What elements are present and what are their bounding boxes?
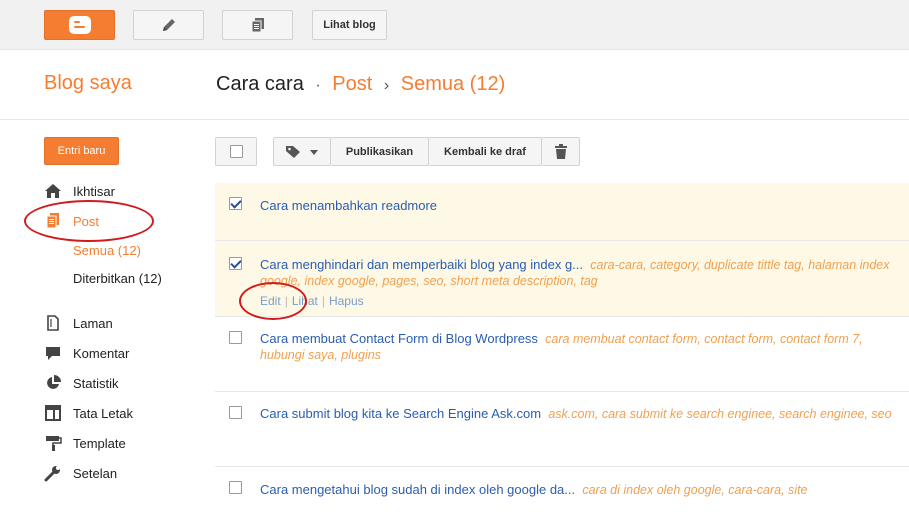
breadcrumb-dot: · <box>315 77 321 94</box>
breadcrumb-arrow: › <box>383 77 390 94</box>
pie-chart-icon <box>44 374 62 392</box>
post-row[interactable]: Cara membuat Contact Form di Blog Wordpr… <box>215 317 909 392</box>
caret-down-icon <box>310 149 318 155</box>
pencil-icon <box>162 19 175 31</box>
sidebar-item-label: Ikhtisar <box>73 183 115 199</box>
post-row[interactable]: Cara menambahkan readmore <box>215 183 909 241</box>
sidebar-item-template[interactable]: Template <box>44 433 126 453</box>
documents-icon <box>251 18 264 33</box>
breadcrumb-filter: Semua (12) <box>400 73 506 95</box>
post-labels: ask.com, cara submit ke search enginee, … <box>548 407 892 421</box>
comment-icon <box>44 344 62 362</box>
sidebar-item-label: Komentar <box>73 345 130 361</box>
post-row[interactable]: Cara mengetahui blog sudah di index oleh… <box>215 467 909 516</box>
delete-button[interactable] <box>542 137 580 166</box>
sidebar-item-layout[interactable]: Tata Letak <box>44 403 133 423</box>
publish-button[interactable]: Publikasikan <box>331 137 429 166</box>
blogger-home-button[interactable] <box>44 10 115 40</box>
home-icon <box>44 182 62 200</box>
row-checkbox[interactable] <box>229 481 242 494</box>
sidebar-item-label: Laman <box>73 315 113 331</box>
my-blogs-link[interactable]: Blog saya <box>44 72 132 95</box>
sidebar-item-settings[interactable]: Setelan <box>44 463 117 483</box>
wrench-icon <box>44 464 62 482</box>
label-dropdown-button[interactable] <box>273 137 331 166</box>
manage-posts-button[interactable] <box>222 10 293 40</box>
checkbox <box>229 145 243 158</box>
sidebar-item-label: Statistik <box>73 375 119 391</box>
breadcrumb: Cara cara · Post › Semua (12) <box>216 73 505 96</box>
row-checkbox[interactable] <box>229 331 242 344</box>
sidebar-item-label: Tata Letak <box>73 405 133 421</box>
breadcrumb-blog-name[interactable]: Cara cara <box>216 73 304 95</box>
post-title[interactable]: Cara membuat Contact Form di Blog Wordpr… <box>260 331 538 346</box>
post-title[interactable]: Cara mengetahui blog sudah di index oleh… <box>260 482 575 497</box>
sidebar-item-overview[interactable]: Ikhtisar <box>44 181 115 201</box>
layout-icon <box>44 404 62 422</box>
view-blog-button[interactable]: Lihat blog <box>312 10 387 40</box>
sidebar-item-stats[interactable]: Statistik <box>44 373 119 393</box>
new-post-button[interactable] <box>133 10 204 40</box>
header-divider <box>0 119 909 120</box>
annotation-circle-edit <box>239 282 307 320</box>
post-title[interactable]: Cara submit blog kita ke Search Engine A… <box>260 406 541 421</box>
trash-icon <box>554 143 567 159</box>
annotation-circle-post <box>24 200 154 242</box>
row-checkbox[interactable] <box>229 257 242 270</box>
paint-roller-icon <box>44 434 62 452</box>
post-title[interactable]: Cara menghindari dan memperbaiki blog ya… <box>260 257 583 272</box>
sidebar-subitem-all[interactable]: Semua (12) <box>73 243 141 258</box>
sidebar-item-label: Template <box>73 435 126 451</box>
tag-icon <box>286 145 300 158</box>
post-title[interactable]: Cara menambahkan readmore <box>260 198 900 214</box>
sidebar-subitem-published[interactable]: Diterbitkan (12) <box>73 271 162 286</box>
post-row[interactable]: Cara menghindari dan memperbaiki blog ya… <box>215 241 909 317</box>
blogger-logo-icon <box>68 16 91 34</box>
post-labels: cara di index oleh google, cara-cara, si… <box>582 483 808 497</box>
sidebar-item-label: Setelan <box>73 465 118 481</box>
post-row[interactable]: Cara submit blog kita ke Search Engine A… <box>215 392 909 467</box>
sidebar-item-pages[interactable]: Laman <box>44 313 113 333</box>
select-all-checkbox[interactable] <box>215 137 257 166</box>
revert-to-draft-button[interactable]: Kembali ke draf <box>429 137 542 166</box>
row-checkbox[interactable] <box>229 406 242 419</box>
row-checkbox[interactable] <box>229 197 242 210</box>
sidebar-item-comments[interactable]: Komentar <box>44 343 129 363</box>
top-toolbar: Lihat blog <box>0 0 909 50</box>
delete-link[interactable]: Hapus <box>329 294 364 308</box>
breadcrumb-section[interactable]: Post <box>332 73 372 95</box>
new-entry-button[interactable]: Entri baru <box>44 137 119 165</box>
pages-icon <box>44 314 62 332</box>
